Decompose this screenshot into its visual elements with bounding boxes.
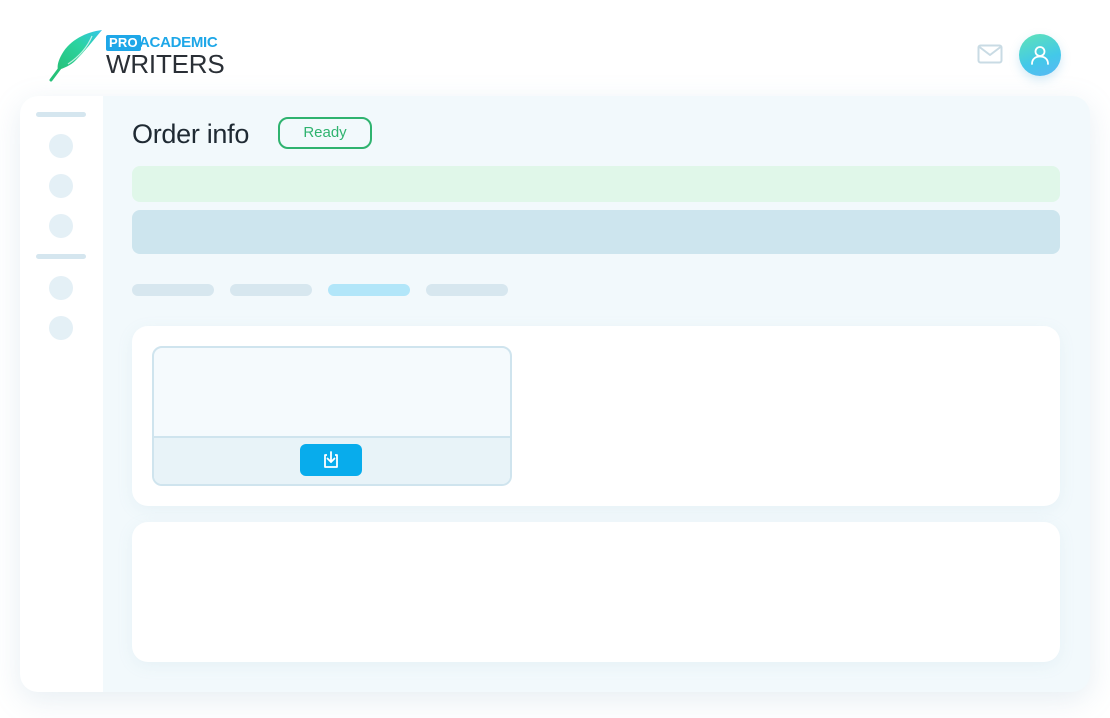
tab-active[interactable]: [328, 284, 410, 296]
app-window: Order info Ready: [20, 96, 1090, 692]
tab[interactable]: [230, 284, 312, 296]
download-button[interactable]: [300, 444, 362, 476]
mail-icon[interactable]: [977, 44, 1003, 64]
tab[interactable]: [132, 284, 214, 296]
details-card: [132, 522, 1060, 662]
page-title: Order info: [132, 119, 250, 149]
feather-icon: [49, 30, 102, 82]
sidebar: [20, 96, 103, 692]
user-icon: [1031, 46, 1049, 65]
logo[interactable]: PRO ACADEMIC WRITERS: [48, 28, 228, 84]
sidebar-item[interactable]: [49, 316, 73, 340]
logo-writers-text: WRITERS: [106, 49, 225, 79]
sidebar-item[interactable]: [49, 214, 73, 238]
status-badge: Ready: [278, 117, 372, 149]
sidebar-item[interactable]: [49, 276, 73, 300]
sidebar-item[interactable]: [49, 174, 73, 198]
download-icon: [324, 451, 338, 468]
info-bar: [132, 210, 1060, 254]
info-banner: [132, 166, 1060, 202]
files-card: [132, 326, 1060, 506]
sidebar-divider: [36, 254, 86, 259]
file-preview[interactable]: [152, 346, 512, 486]
sidebar-divider: [36, 112, 86, 117]
file-footer: [154, 436, 510, 484]
avatar[interactable]: [1019, 34, 1061, 76]
tab[interactable]: [426, 284, 508, 296]
page: PRO ACADEMIC WRITERS Order info Ready: [0, 0, 1110, 718]
sidebar-item[interactable]: [49, 134, 73, 158]
